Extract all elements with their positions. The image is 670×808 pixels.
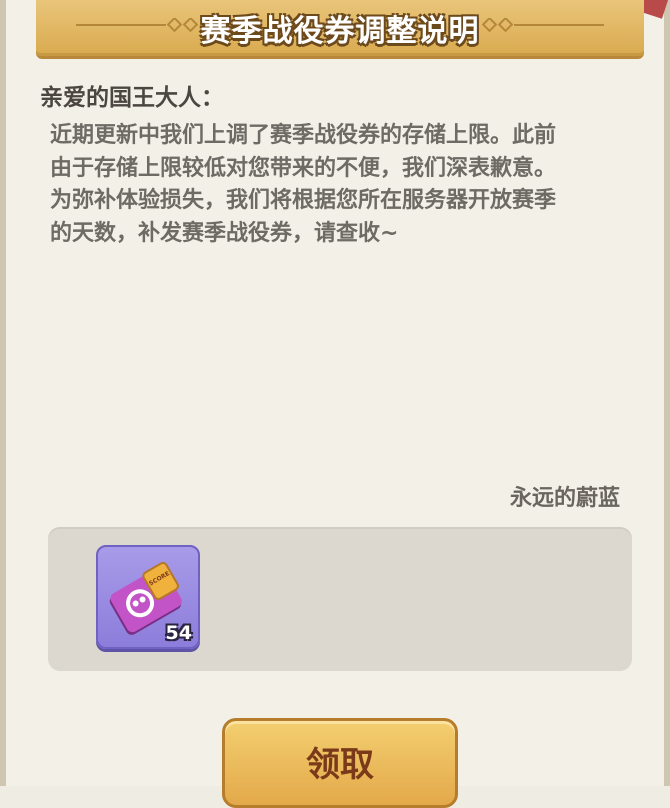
reward-item-card[interactable]: SCORE 54	[96, 545, 200, 649]
title-banner: 赛季战役券调整说明	[36, 0, 644, 59]
greeting-text: 亲爱的国王大人：	[40, 85, 224, 111]
item-count: 54	[165, 622, 192, 644]
message-line: 为弥补体验损失，我们将根据您所在服务器开放赛季	[50, 188, 557, 213]
message-body: 近期更新中我们上调了赛季战役券的存储上限。此前 由于存储上限较低对您带来的不便，…	[50, 120, 640, 250]
message-line: 由于存储上限较低对您带来的不便，我们深表歉意。	[50, 155, 557, 181]
claim-button[interactable]: 领取	[222, 718, 458, 808]
claim-button-label: 领取	[306, 745, 374, 785]
ornament-right-icon	[481, 18, 604, 32]
message-line: 近期更新中我们上调了赛季战役券的存储上限。此前	[50, 123, 557, 148]
signature-text: 永远的蔚蓝	[509, 486, 620, 511]
mail-dialog: 赛季战役券调整说明 亲爱的国王大人： 近期更新中我们上调了赛季战役券的存储上限。…	[0, 0, 670, 808]
message-line: 的天数，补发赛季战役券，请查收~	[50, 220, 399, 246]
